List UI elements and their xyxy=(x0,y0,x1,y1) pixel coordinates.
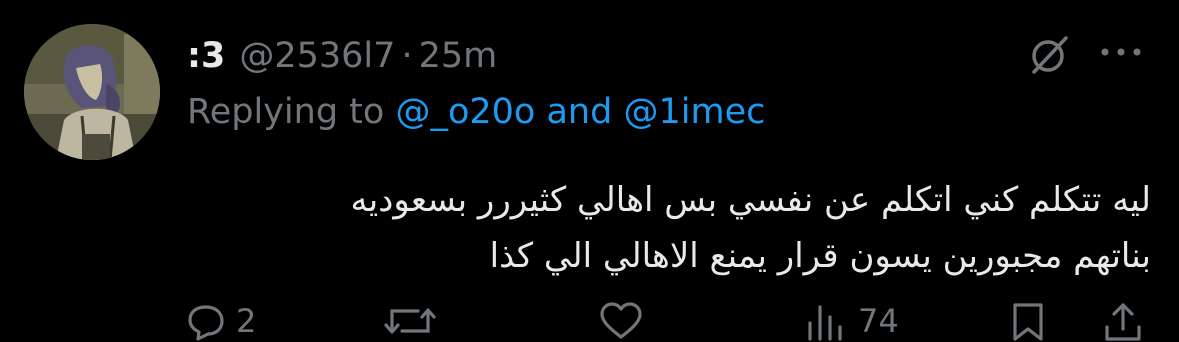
mention-link-1[interactable]: @_o20o xyxy=(395,92,535,132)
replying-to: Replying to @_o20o and @1imec xyxy=(187,92,765,132)
views-count: 74 xyxy=(858,302,899,340)
reply-count: 2 xyxy=(236,302,257,340)
tweet-text-line-2: بناتهم مجبورين يسون قرار يمنع الاهالي ال… xyxy=(489,236,1151,276)
replying-prefix: Replying to xyxy=(187,92,385,132)
share-icon xyxy=(1102,301,1144,341)
retweet-button[interactable] xyxy=(384,300,436,342)
reply-bubble-icon xyxy=(186,301,226,341)
reply-button[interactable]: 2 xyxy=(186,300,256,342)
avatar[interactable] xyxy=(24,24,160,160)
heart-icon xyxy=(598,301,644,341)
mention-join[interactable]: and xyxy=(546,92,612,132)
bookmark-icon xyxy=(1010,301,1046,341)
share-button[interactable] xyxy=(1102,300,1144,342)
tweet-header: :3 @2536l7 · 25m xyxy=(187,32,497,80)
separator-dot: · xyxy=(401,36,413,76)
tweet-text-line-1: ليه تتكلم كني اتكلم عن نفسي بس اهالي كثي… xyxy=(350,180,1152,220)
mention-link-2[interactable]: @1imec xyxy=(623,92,765,132)
timestamp[interactable]: 25m xyxy=(419,36,498,76)
display-name[interactable]: :3 xyxy=(187,36,225,76)
more-dots-icon[interactable] xyxy=(1098,42,1144,66)
user-handle[interactable]: @2536l7 xyxy=(239,36,395,76)
grok-slash-icon[interactable] xyxy=(1026,32,1072,82)
views-bars-icon xyxy=(804,301,848,341)
views-button[interactable]: 74 xyxy=(804,300,899,342)
tweet-text: ليه تتكلم كني اتكلم عن نفسي بس اهالي كثي… xyxy=(251,172,1152,284)
like-button[interactable] xyxy=(598,300,644,342)
retweet-icon xyxy=(384,301,436,341)
avatar-image xyxy=(24,24,160,160)
bookmark-button[interactable] xyxy=(1010,300,1046,342)
